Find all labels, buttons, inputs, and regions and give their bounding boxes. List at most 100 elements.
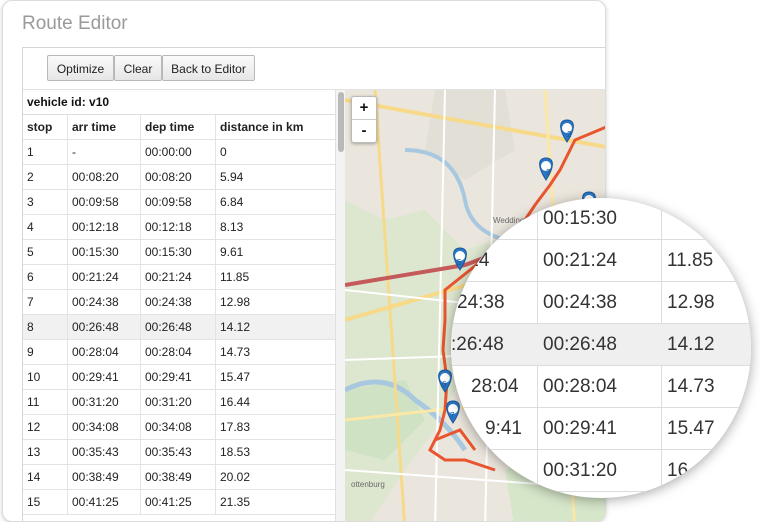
table-row[interactable]: 6 00:21:24 00:21:24 11.85	[23, 264, 335, 290]
mag-cell-arr: 9:41	[485, 418, 522, 439]
cell-arr: 00:09:58	[67, 189, 141, 215]
cell-dep: 00:26:48	[140, 314, 216, 340]
cell-arr: 00:35:43	[67, 439, 141, 465]
optimize-button[interactable]: Optimize	[47, 55, 114, 81]
cell-arr: 00:26:48	[67, 314, 141, 340]
cell-dep: 00:38:49	[140, 464, 216, 490]
cell-stop: 13	[23, 439, 68, 465]
cell-stop: 3	[23, 189, 68, 215]
page-title: Route Editor	[22, 13, 128, 34]
cell-arr: 00:24:38	[67, 289, 141, 315]
cell-dist: 16.44	[215, 389, 335, 415]
back-to-editor-button[interactable]: Back to Editor	[162, 55, 255, 81]
magnifier-row-selected: :26:48 00:26:48 14.12	[451, 324, 751, 366]
scrollbar-thumb[interactable]	[338, 92, 344, 152]
cell-dist: 18.53	[215, 439, 335, 465]
map-label-charlottenburg: ottenburg	[351, 480, 385, 489]
cell-dep: 00:31:20	[140, 389, 216, 415]
table-row[interactable]: 2 00:08:20 00:08:20 5.94	[23, 164, 335, 190]
cell-dist: 14.73	[215, 339, 335, 365]
cell-arr: 00:21:24	[67, 264, 141, 290]
cell-dist: 12.98	[215, 289, 335, 315]
header-distance: distance in km	[215, 115, 335, 140]
cell-stop: 12	[23, 414, 68, 440]
cell-dep: 00:09:58	[140, 189, 216, 215]
magnifier-lens: 00:15:30 :24 00:21:24 11.85 24:38 00:24:…	[451, 198, 751, 498]
cell-stop: 7	[23, 289, 68, 315]
table-row[interactable]: 14 00:38:49 00:38:49 20.02	[23, 464, 335, 490]
mag-cell-dist: 16	[667, 460, 689, 481]
mag-cell-dist: 15.47	[667, 418, 715, 439]
cell-dist: 21.35	[215, 489, 335, 515]
table-row[interactable]: 9 00:28:04 00:28:04 14.73	[23, 339, 335, 365]
magnifier-row: 28:04 00:28:04 14.73	[451, 366, 751, 408]
table-row[interactable]: 5 00:15:30 00:15:30 9.61	[23, 239, 335, 265]
mag-cell-arr: 24:38	[457, 292, 505, 313]
cell-dep: 00:24:38	[140, 289, 216, 315]
cell-arr: 00:34:08	[67, 414, 141, 440]
cell-dist: 20.02	[215, 464, 335, 490]
table-row[interactable]: 10 00:29:41 00:29:41 15.47	[23, 364, 335, 390]
cell-arr: 00:12:18	[67, 214, 141, 240]
route-table-panel: vehicle id: v10 stop arr time dep time d…	[23, 90, 345, 521]
cell-stop: 6	[23, 264, 68, 290]
table-row[interactable]: 12 00:34:08 00:34:08 17.83	[23, 414, 335, 440]
table-row-selected[interactable]: 8 00:26:48 00:26:48 14.12	[23, 314, 335, 340]
cell-dist: 9.61	[215, 239, 335, 265]
cell-dep: 00:21:24	[140, 264, 216, 290]
table-row[interactable]: 11 00:31:20 00:31:20 16.44	[23, 389, 335, 415]
zoom-in-button[interactable]: +	[352, 97, 376, 120]
mag-cell-dep: 00:28:04	[543, 376, 617, 397]
mag-cell-dist: 11.85	[667, 250, 714, 271]
cell-stop: 9	[23, 339, 68, 365]
table-header-row: stop arr time dep time distance in km	[23, 115, 335, 140]
cell-arr: 00:31:20	[67, 389, 141, 415]
cell-dep: 00:12:18	[140, 214, 216, 240]
cell-dist: 0	[215, 139, 335, 165]
mag-cell-dist: 14.73	[667, 376, 715, 397]
cell-dep: 00:28:04	[140, 339, 216, 365]
marker-label: 2	[567, 130, 572, 139]
mag-cell-dist: 12.98	[667, 292, 715, 313]
table-row[interactable]: 15 00:41:25 00:41:25 21.35	[23, 489, 335, 515]
header-dep-time: dep time	[140, 115, 216, 140]
marker-label: 3	[546, 168, 551, 177]
cell-arr: 00:29:41	[67, 364, 141, 390]
mag-cell-dep: 00:21:24	[543, 250, 617, 271]
cell-dep: 00:08:20	[140, 164, 216, 190]
table-row[interactable]: 4 00:12:18 00:12:18 8.13	[23, 214, 335, 240]
zoom-out-button[interactable]: -	[352, 120, 376, 142]
table-row[interactable]: 7 00:24:38 00:24:38 12.98	[23, 289, 335, 315]
mag-cell-dep: 00:24:38	[543, 292, 617, 313]
cell-dist: 8.13	[215, 214, 335, 240]
header-stop: stop	[23, 115, 68, 140]
table-row[interactable]: 1-00:00:00 0	[23, 139, 335, 165]
cell-dist: 6.84	[215, 189, 335, 215]
zoom-control: + -	[351, 96, 377, 143]
cell-stop: 14	[23, 464, 68, 490]
magnifier-row: 00:31:20 16	[451, 450, 751, 492]
cell-stop: 1	[23, 139, 68, 165]
magnifier-row: 24:38 00:24:38 12.98	[451, 282, 751, 324]
cell-dep: 00:00:00	[140, 139, 216, 165]
cell-arr: 00:08:20	[67, 164, 141, 190]
cell-dep: 00:29:41	[140, 364, 216, 390]
cell-stop: 5	[23, 239, 68, 265]
cell-dist: 17.83	[215, 414, 335, 440]
table-row[interactable]: 3 00:09:58 00:09:58 6.84	[23, 189, 335, 215]
cell-stop: 8	[23, 314, 68, 340]
mag-cell-arr: :26:48	[451, 334, 504, 355]
cell-arr: 00:15:30	[67, 239, 141, 265]
cell-dep: 00:35:43	[140, 439, 216, 465]
cell-stop: 2	[23, 164, 68, 190]
marker-label: 6	[442, 380, 447, 389]
cell-dist: 5.94	[215, 164, 335, 190]
mag-cell-dist: 14.12	[667, 334, 715, 355]
cell-stop: 11	[23, 389, 68, 415]
mag-cell-dep: 00:31:20	[543, 460, 617, 481]
clear-button[interactable]: Clear	[114, 55, 162, 81]
table-row[interactable]: 13 00:35:43 00:35:43 18.53	[23, 439, 335, 465]
cell-stop: 10	[23, 364, 68, 390]
cell-dist: 15.47	[215, 364, 335, 390]
mag-cell-arr: :24	[463, 250, 490, 271]
